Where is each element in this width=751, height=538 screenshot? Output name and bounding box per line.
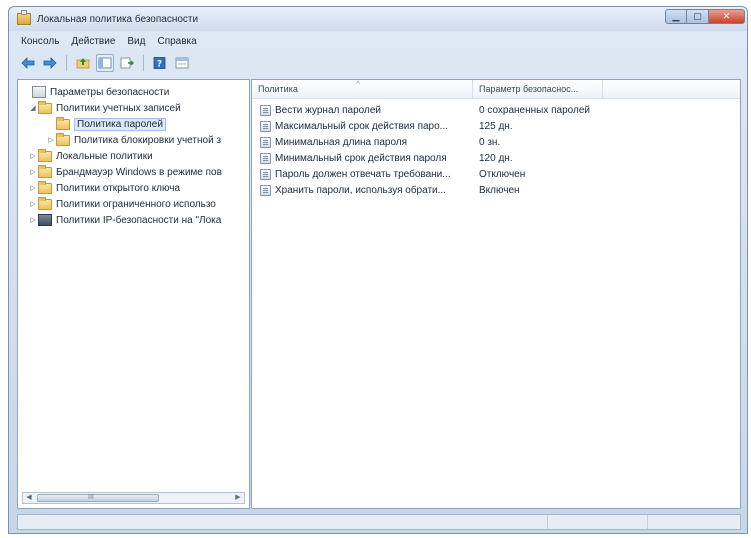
folder-icon: [38, 164, 52, 178]
policy-name: Минимальный срок действия пароля: [275, 152, 447, 164]
ip-security-icon: [38, 214, 52, 226]
policy-list: Вести журнал паролей 0 сохраненных парол…: [252, 102, 740, 198]
menu-view[interactable]: Вид: [127, 36, 145, 47]
console-tree: Параметры безопасности ◢ Политики учетны…: [22, 84, 249, 228]
title-bar[interactable]: Локальная политика безопасности ▁ ▢ ✕: [9, 7, 747, 31]
scroll-right-arrow-icon[interactable]: ▶: [232, 493, 244, 503]
help-icon: ?: [153, 57, 166, 70]
folder-icon: [38, 148, 52, 162]
menu-help[interactable]: Справка: [157, 36, 196, 47]
status-bar-section: [18, 515, 548, 529]
policy-value: 125 дн.: [479, 120, 513, 132]
status-bar-section: [548, 515, 648, 529]
tree-item-windows-firewall[interactable]: ▷ Брандмауэр Windows в режиме пов: [22, 164, 249, 180]
table-row[interactable]: Вести журнал паролей 0 сохраненных парол…: [252, 102, 740, 118]
table-row[interactable]: Максимальный срок действия паро... 125 д…: [252, 118, 740, 134]
tree-item-public-key-policies[interactable]: ▷ Политики открытого ключа: [22, 180, 249, 196]
up-folder-icon: [76, 58, 90, 69]
status-bar-section: [648, 515, 708, 529]
tree-item-software-restriction-policies[interactable]: ▷ Политики ограниченного использо: [22, 196, 249, 212]
sort-indicator-icon: ˄: [356, 80, 361, 87]
tree-item-password-policy[interactable]: Политика паролей: [22, 116, 249, 132]
close-button[interactable]: ✕: [709, 9, 745, 24]
folder-icon: [56, 116, 70, 130]
export-list-button[interactable]: [118, 54, 136, 72]
tree-item-account-policies[interactable]: ◢ Политики учетных записей: [22, 100, 249, 116]
collapsed-arrow-icon[interactable]: ▷: [28, 200, 38, 208]
collapsed-arrow-icon[interactable]: ▷: [28, 184, 38, 192]
forward-icon: [43, 57, 57, 69]
maximize-button[interactable]: ▢: [687, 9, 709, 24]
minimize-button[interactable]: ▁: [665, 9, 687, 24]
column-header-security-setting[interactable]: Параметр безопаснос...: [473, 80, 603, 98]
mmc-window: Локальная политика безопасности ▁ ▢ ✕ Ко…: [8, 6, 748, 534]
table-row[interactable]: Хранить пароли, используя обрати... Вклю…: [252, 182, 740, 198]
policy-value: 0 зн.: [479, 136, 501, 148]
collapsed-arrow-icon[interactable]: ▷: [46, 136, 56, 144]
toolbar-separator: [143, 55, 144, 71]
policy-value: Включен: [479, 184, 520, 196]
toolbar: ?: [9, 51, 747, 75]
expanded-arrow-icon[interactable]: ◢: [28, 104, 38, 112]
policy-value: 120 дн.: [479, 152, 513, 164]
help-button[interactable]: ?: [151, 54, 169, 72]
tree-item-local-policies[interactable]: ▷ Локальные политики: [22, 148, 249, 164]
folder-icon: [56, 132, 70, 146]
policy-icon: [260, 136, 271, 148]
results-pane[interactable]: ˄ Политика Параметр безопаснос... Вести …: [251, 79, 741, 509]
tree-item-account-lockout-policy[interactable]: ▷ Политика блокировки учетной з: [22, 132, 249, 148]
folder-icon: [38, 100, 52, 114]
status-bar: [17, 514, 741, 530]
security-settings-icon: [32, 86, 46, 98]
show-hide-tree-button[interactable]: [96, 54, 114, 72]
menu-action[interactable]: Действие: [71, 36, 115, 47]
window-title: Локальная политика безопасности: [37, 13, 199, 25]
policy-icon: [260, 184, 271, 196]
tree-horizontal-scrollbar[interactable]: ◀ III ▶: [22, 492, 245, 504]
policy-name: Хранить пароли, используя обрати...: [275, 184, 446, 196]
policy-name: Максимальный срок действия паро...: [275, 120, 448, 132]
menu-bar: Консоль Действие Вид Справка: [21, 33, 197, 49]
policy-icon: [260, 168, 271, 180]
table-header: ˄ Политика Параметр безопаснос...: [252, 80, 740, 99]
collapsed-arrow-icon[interactable]: ▷: [28, 152, 38, 160]
folder-icon: [38, 196, 52, 210]
local-security-policy-icon: [17, 10, 31, 25]
table-row[interactable]: Минимальный срок действия пароля 120 дн.: [252, 150, 740, 166]
svg-text:?: ?: [157, 60, 162, 70]
show-hide-tree-icon: [98, 57, 112, 69]
console-tree-pane[interactable]: Параметры безопасности ◢ Политики учетны…: [17, 79, 250, 509]
policy-icon: [260, 120, 271, 132]
policy-icon: [260, 104, 271, 116]
table-row[interactable]: Минимальная длина пароля 0 зн.: [252, 134, 740, 150]
tree-item-ip-security-policies[interactable]: ▷ Политики IP-безопасности на "Лока: [22, 212, 249, 228]
column-header-policy[interactable]: ˄ Политика: [252, 80, 473, 98]
policy-name: Вести журнал паролей: [275, 104, 381, 116]
properties-icon: [175, 57, 189, 69]
policy-value: 0 сохраненных паролей: [479, 104, 590, 116]
menu-console[interactable]: Консоль: [21, 36, 59, 47]
toolbar-separator: [66, 55, 67, 71]
collapsed-arrow-icon[interactable]: ▷: [28, 216, 38, 224]
scroll-left-arrow-icon[interactable]: ◀: [23, 493, 35, 503]
back-icon: [21, 57, 35, 69]
tree-item-security-settings[interactable]: Параметры безопасности: [22, 84, 249, 100]
policy-value: Отключен: [479, 168, 526, 180]
back-button[interactable]: [19, 54, 37, 72]
properties-button[interactable]: [173, 54, 191, 72]
policy-name: Пароль должен отвечать требовани...: [275, 168, 451, 180]
up-folder-button[interactable]: [74, 54, 92, 72]
forward-button[interactable]: [41, 54, 59, 72]
collapsed-arrow-icon[interactable]: ▷: [28, 168, 38, 176]
folder-icon: [38, 180, 52, 194]
policy-name: Минимальная длина пароля: [275, 136, 408, 148]
window-controls: ▁ ▢ ✕: [665, 9, 745, 24]
policy-icon: [260, 152, 271, 164]
table-row[interactable]: Пароль должен отвечать требовани... Откл…: [252, 166, 740, 182]
export-list-icon: [120, 57, 134, 69]
scrollbar-thumb[interactable]: III: [37, 494, 159, 502]
scrollbar-grip: III: [88, 494, 94, 501]
